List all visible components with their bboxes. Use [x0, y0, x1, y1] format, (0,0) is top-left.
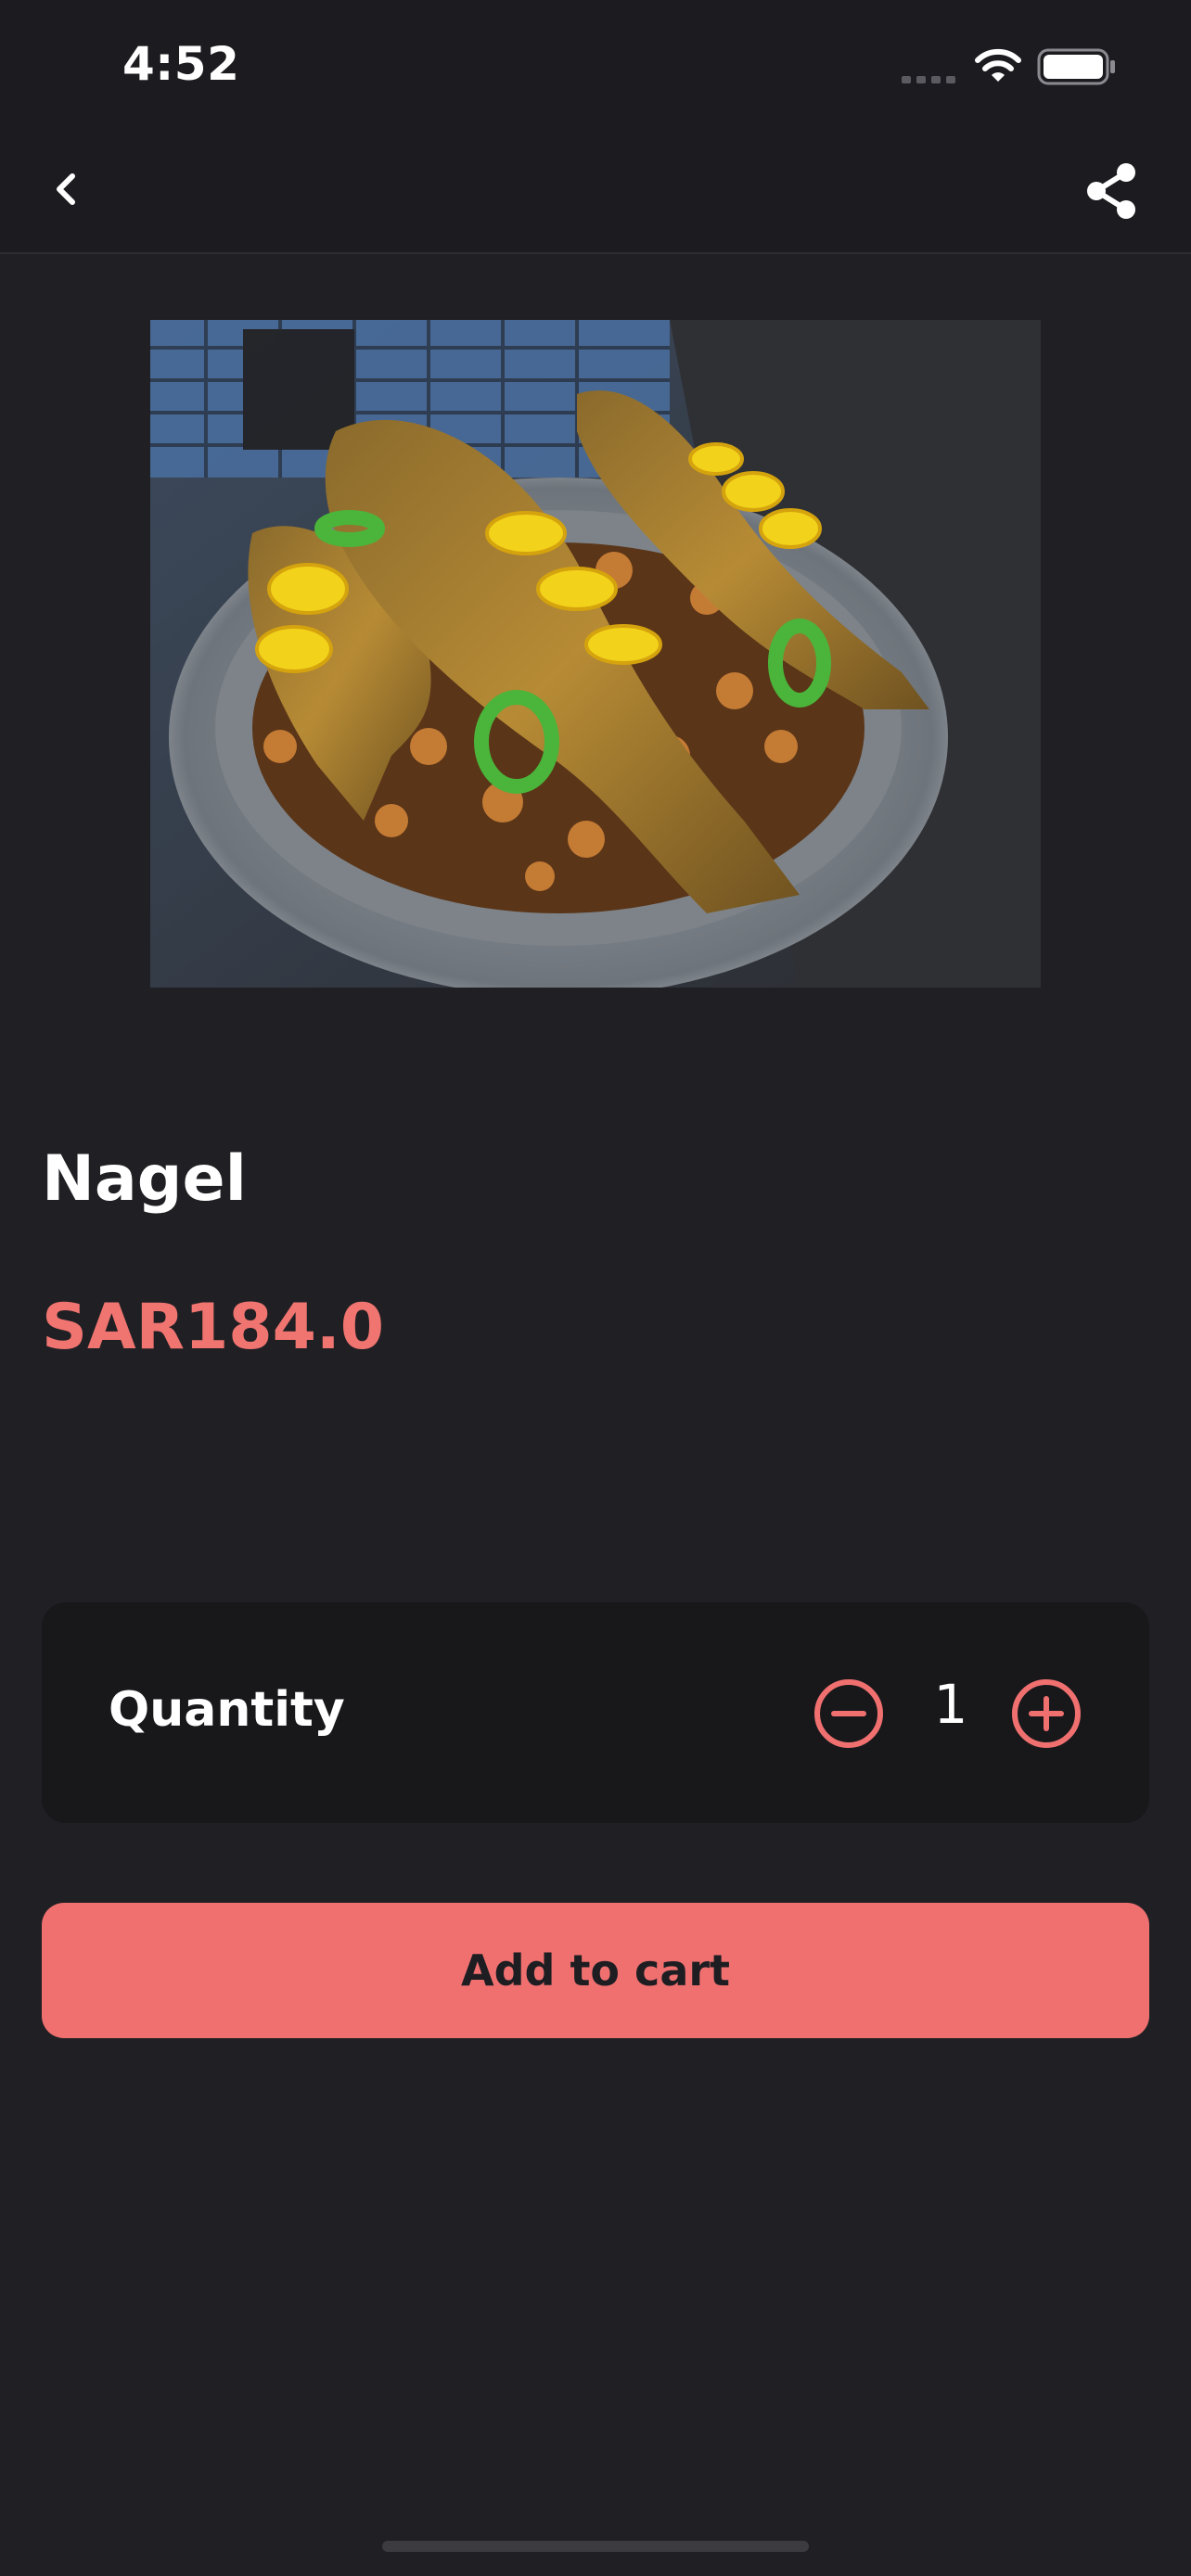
- increase-quantity-button[interactable]: [1009, 1677, 1083, 1751]
- plus-circle-icon: [1012, 1679, 1081, 1748]
- back-button[interactable]: [37, 159, 96, 219]
- fish-platter-image: [150, 320, 1041, 988]
- quantity-value: 1: [933, 1673, 968, 1736]
- share-button[interactable]: [1078, 158, 1145, 224]
- chevron-left-icon: [57, 173, 75, 205]
- decrease-quantity-button[interactable]: [812, 1677, 886, 1751]
- product-price: SAR184.0: [42, 1291, 385, 1364]
- signal-icon: [902, 76, 955, 83]
- status-time: 4:52: [122, 37, 240, 91]
- product-image: [150, 320, 1041, 988]
- add-to-cart-button[interactable]: Add to cart: [42, 1903, 1149, 2038]
- battery-icon: [1037, 48, 1115, 85]
- top-nav-bar: [0, 130, 1191, 254]
- share-icon: [1087, 163, 1135, 219]
- status-bar: 4:52: [0, 0, 1191, 130]
- minus-circle-icon: [814, 1679, 883, 1748]
- home-indicator[interactable]: [382, 2541, 809, 2552]
- quantity-card: Quantity 1: [42, 1602, 1149, 1823]
- product-name: Nagel: [42, 1142, 247, 1216]
- quantity-label: Quantity: [109, 1682, 345, 1738]
- wifi-icon: [975, 48, 1021, 82]
